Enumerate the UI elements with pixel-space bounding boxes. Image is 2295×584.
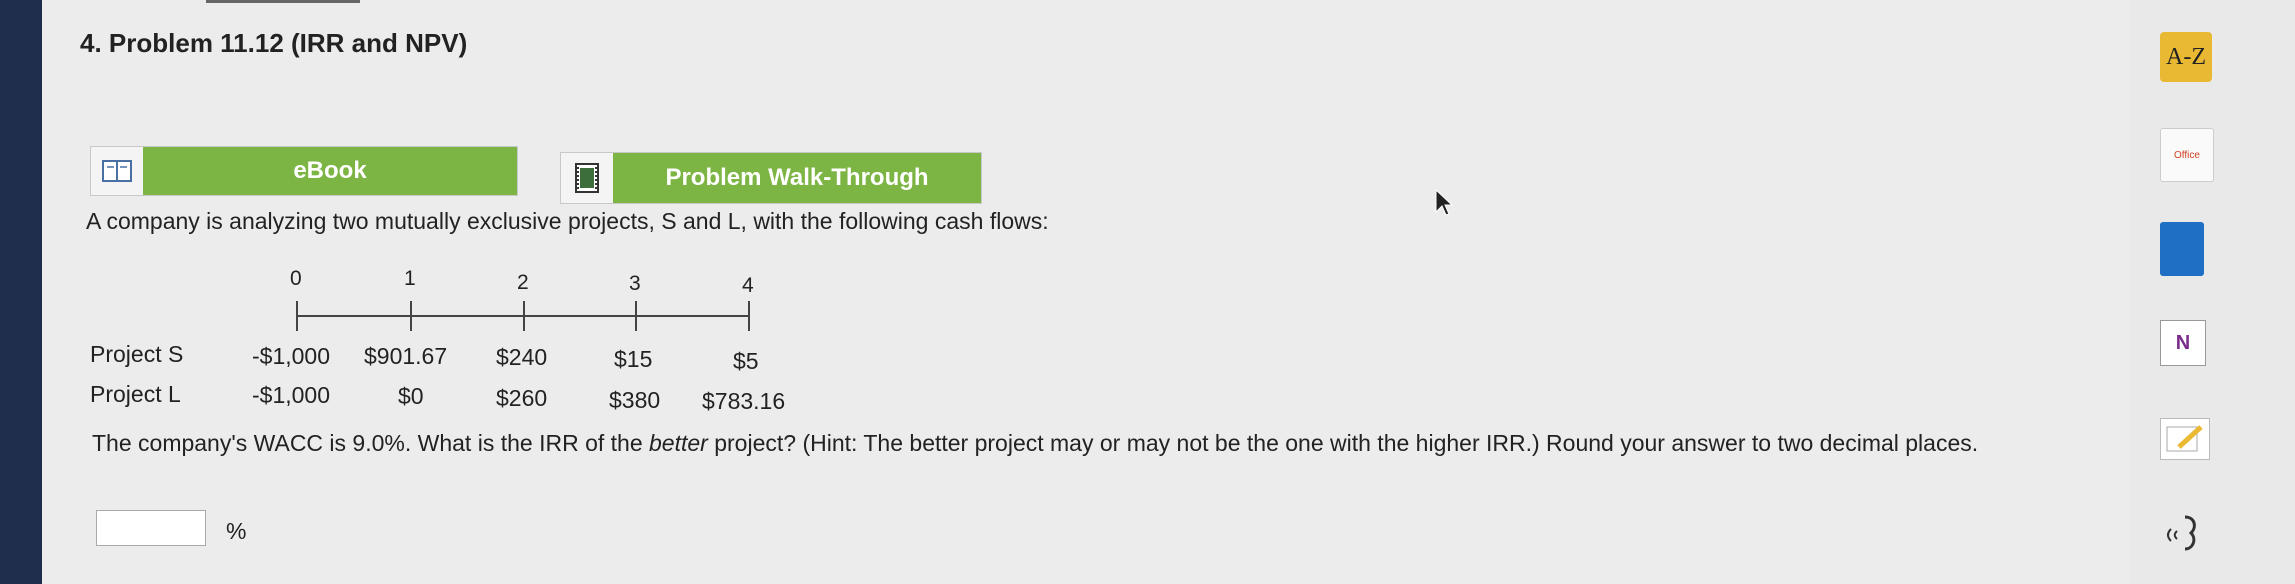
project-l-cf-1: $0 [398,383,424,409]
question-part-2: project? (Hint: The better project may o… [707,430,1979,456]
percent-unit: % [226,518,247,544]
timeline-period-2: 2 [517,271,529,294]
question-part-1: The company's WACC is 9.0%. What is the … [92,430,650,456]
dictionary-app-icon[interactable]: A-Z [2160,32,2212,82]
project-l-label: Project L [90,381,181,407]
project-l-cf-0: -$1,000 [252,382,331,408]
problem-walkthrough-button[interactable]: Problem Walk-Through [560,152,982,204]
project-l-cf-4: $783.16 [702,388,786,414]
timeline-tick [296,301,298,331]
window-left-edge [0,0,42,584]
timeline-period-0: 0 [290,267,302,290]
timeline-period-3: 3 [629,272,641,295]
timeline-tick [410,301,412,331]
pencil-icon [2166,425,2203,452]
notes-app-icon[interactable] [2160,418,2210,460]
speech-app-icon[interactable] [2160,508,2210,558]
project-l-cf-2: $260 [496,385,548,411]
project-s-cf-0: -$1,000 [252,343,331,369]
office-app-icon[interactable]: Office [2160,128,2214,182]
timeline-period-4: 4 [742,274,754,297]
project-l-cf-3: $380 [609,387,661,413]
problem-intro: A company is analyzing two mutually excl… [86,208,1049,234]
timeline-tick [748,301,750,331]
project-s-cf-3: $15 [614,346,653,372]
problem-title: 4. Problem 11.12 (IRR and NPV) [80,28,468,58]
voice-icon [2167,515,2196,551]
project-s-cf-4: $5 [733,348,759,374]
mouse-cursor-icon [1435,188,1454,216]
question-text: The company's WACC is 9.0%. What is the … [92,428,2072,458]
books-app-icon[interactable] [2160,222,2204,276]
project-s-label: Project S [90,341,184,367]
project-s-cf-2: $240 [496,344,548,370]
book-icon [91,147,143,195]
timeline-tick [523,301,525,331]
onenote-app-icon[interactable]: N [2160,320,2206,366]
ebook-button[interactable]: eBook [90,146,518,196]
problem-page [42,0,2130,584]
ebook-button-label: eBook [143,147,517,195]
project-s-cf-1: $901.67 [364,343,448,369]
top-divider [206,0,360,3]
irr-answer-input[interactable] [96,510,206,546]
walkthrough-button-label: Problem Walk-Through [613,153,981,203]
app-dock [2130,0,2295,584]
timeline-period-1: 1 [404,267,416,290]
timeline-tick [635,301,637,331]
video-icon [561,153,613,203]
question-emphasis: better [649,430,708,456]
